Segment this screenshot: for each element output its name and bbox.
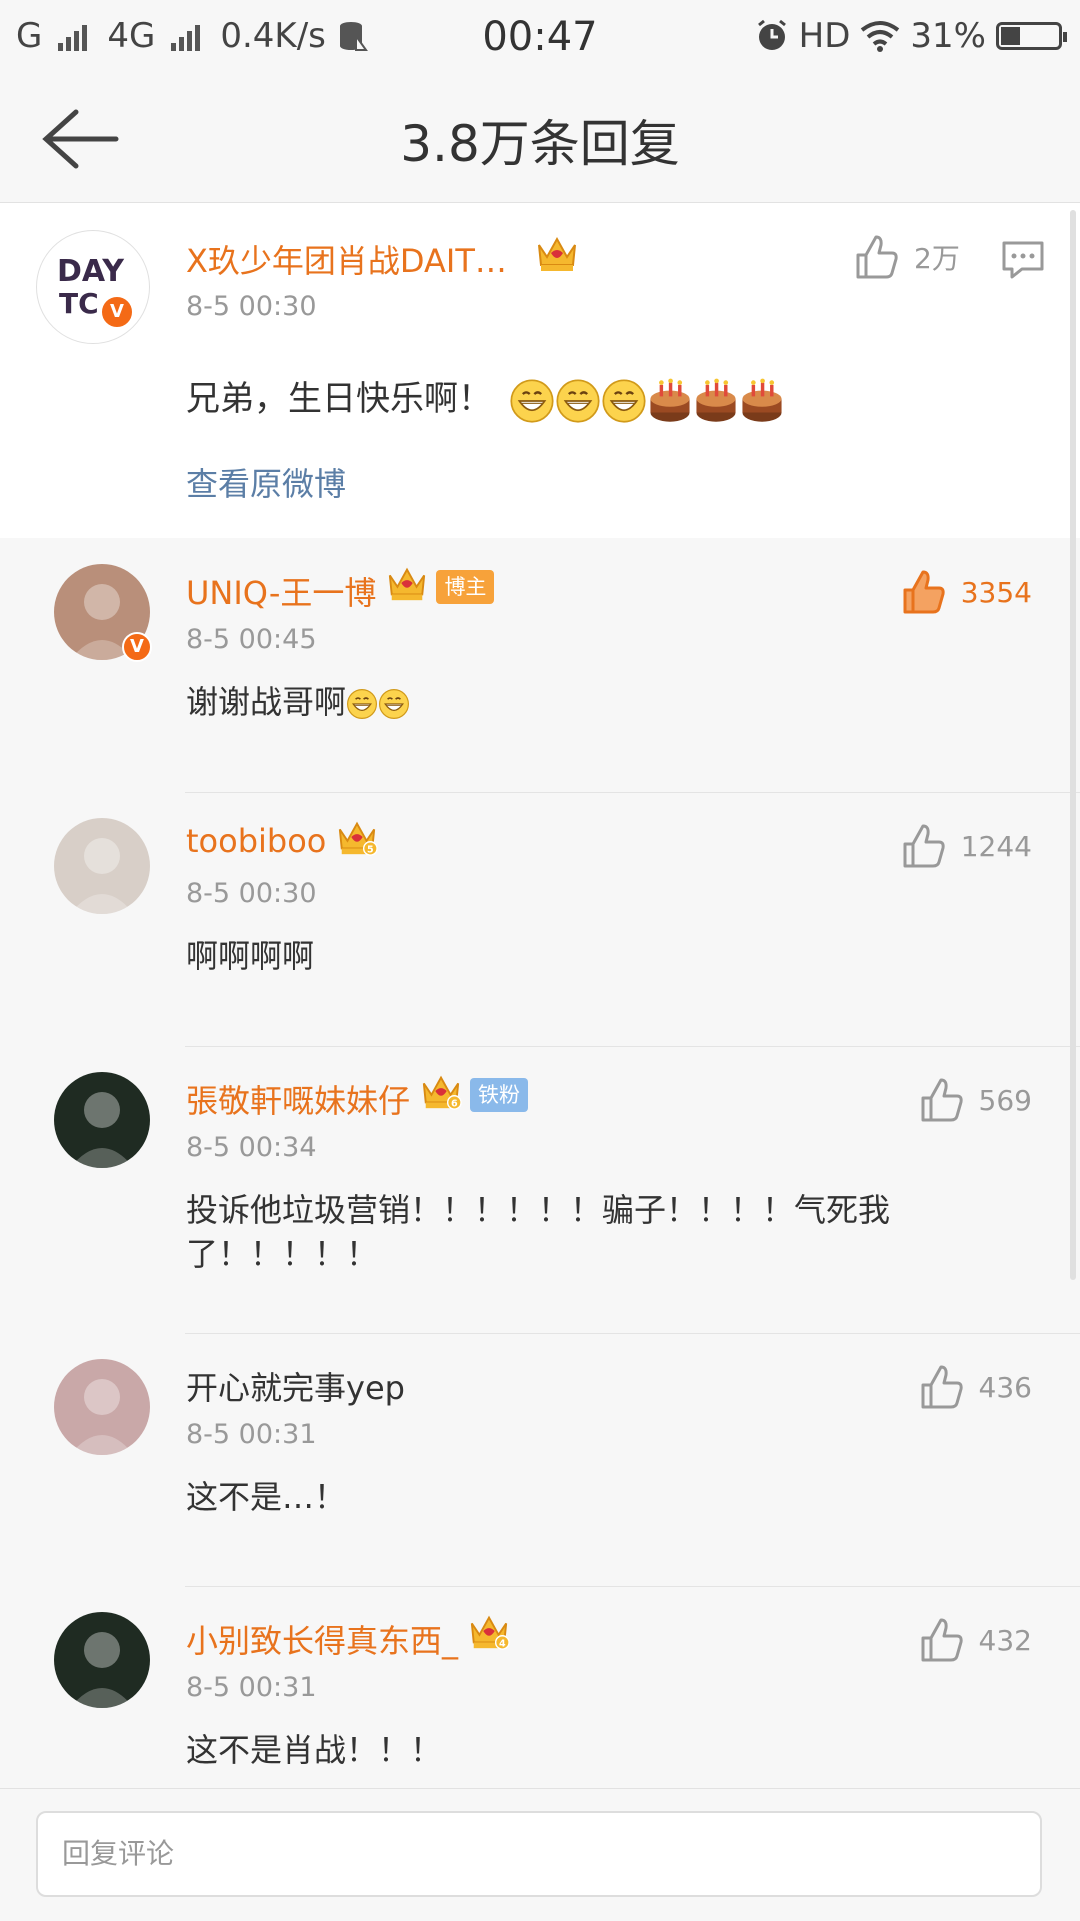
like-count: 1244 <box>960 829 1032 863</box>
grin-emoji-icon <box>379 689 410 719</box>
like-count: 436 <box>978 1370 1032 1404</box>
comment-item[interactable]: toobiboo 8-5 00:30 啊啊啊啊 1244 5 <box>0 794 1080 1047</box>
username[interactable]: 开心就完事yep <box>186 1363 405 1409</box>
like-count: 569 <box>978 1083 1032 1117</box>
comment-time: 8-5 00:31 <box>186 1419 317 1450</box>
like-button[interactable]: 3354 <box>899 568 1032 616</box>
cake-emoji-icon <box>650 378 690 422</box>
username[interactable]: X玖少年团肖战DAIT… <box>186 236 507 282</box>
like-count: 2万 <box>914 242 960 275</box>
avatar-image <box>70 1632 134 1708</box>
root-comment: DAY TC V X玖少年团肖战DAIT… 8-5 00:30 2万 兄弟，生日快… <box>0 203 1080 538</box>
grin-emoji-icon <box>510 378 554 423</box>
thumb-up-icon <box>856 235 898 279</box>
status-bar: G 4G 0.4K/s 00:47 HD 31% <box>0 0 1080 76</box>
username[interactable]: 小别致长得真东西_ <box>186 1616 458 1662</box>
view-original-link[interactable]: 查看原微博 <box>186 459 346 505</box>
emoji-row <box>509 378 785 423</box>
wifi-icon <box>861 21 900 52</box>
verified-badge: V <box>100 295 134 329</box>
svg-text:6: 6 <box>451 1098 458 1109</box>
comment-text: 这不是…！ <box>186 1478 347 1516</box>
status-right: HD 31% <box>755 16 1067 56</box>
avatar[interactable] <box>54 1612 150 1708</box>
crown-icon <box>538 236 576 271</box>
comment-text: 谢谢战哥啊 <box>186 680 410 724</box>
comment-text: 啊啊啊啊 <box>186 937 315 975</box>
divider <box>185 1586 1080 1587</box>
username[interactable]: toobiboo <box>186 822 326 860</box>
thumb-up-icon <box>921 1078 963 1122</box>
comment-text: 这不是肖战！！！ <box>186 1731 443 1769</box>
like-count: 432 <box>978 1623 1032 1657</box>
like-button[interactable]: 436 <box>917 1363 1032 1411</box>
comment-time: 8-5 00:31 <box>186 1672 317 1703</box>
battery-fill <box>1001 27 1020 45</box>
username[interactable]: UNIQ-王一博 <box>186 568 376 614</box>
thumb-up-icon <box>921 1365 963 1409</box>
avatar-logo: DAYTC <box>57 254 125 320</box>
comment-time: 8-5 00:34 <box>186 1132 317 1163</box>
comment-icon[interactable] <box>1000 237 1046 283</box>
like-button[interactable]: 1244 <box>899 822 1032 870</box>
avatar[interactable] <box>54 818 150 914</box>
user-tag: 博主 <box>436 570 495 604</box>
nav-bar: 3.8万条回复 <box>0 76 1080 203</box>
page-title: 3.8万条回复 <box>400 115 680 173</box>
grin-emoji-icon <box>556 378 600 423</box>
battery-icon <box>996 22 1067 50</box>
comment-item[interactable]: V UNIQ-王一博 8-5 00:45 谢谢战哥啊 3354 博主 <box>0 540 1080 793</box>
svg-text:5: 5 <box>367 844 374 855</box>
crown-icon: 5 <box>339 821 379 856</box>
comment-item[interactable]: 小别致长得真东西_ 8-5 00:31 这不是肖战！！！ 432 4 <box>0 1588 1080 1788</box>
alarm-icon <box>757 19 786 50</box>
thumb-up-icon <box>903 570 945 614</box>
cake-emoji-icon <box>742 378 782 422</box>
divider <box>185 1333 1080 1334</box>
like-button[interactable]: 569 <box>917 1076 1032 1124</box>
comment-time: 8-5 00:30 <box>186 878 317 909</box>
cake-emoji-icon <box>696 378 736 422</box>
avatar[interactable]: DAY TC <box>36 230 150 344</box>
grin-emoji-icon <box>602 378 646 423</box>
hd-label: HD <box>798 16 851 56</box>
crown-icon <box>389 567 426 601</box>
avatar-image <box>70 838 134 914</box>
thumb-up-icon <box>903 824 945 868</box>
avatar-image <box>70 1092 134 1168</box>
comment-text-line2: 了！！！！！ <box>186 1235 379 1273</box>
crown-icon: 6 <box>422 1075 462 1110</box>
divider <box>185 1046 1080 1047</box>
svg-text:4: 4 <box>499 1638 506 1649</box>
avatar-image <box>70 1379 134 1455</box>
comment-text: 投诉他垃圾营销！！！！！！骗子！！！！气死我 <box>186 1191 891 1229</box>
comment-text-body: 兄弟，生日快乐啊！ <box>186 379 492 419</box>
verified-badge: V <box>122 632 152 662</box>
reply-bar: 回复评论 <box>0 1788 1080 1921</box>
comment-item[interactable]: 开心就完事yep 8-5 00:31 这不是…！ 436 <box>0 1335 1080 1587</box>
scrollbar[interactable] <box>1070 210 1076 1280</box>
reply-input[interactable]: 回复评论 <box>36 1811 1042 1897</box>
divider <box>185 792 1080 793</box>
comment-time: 8-5 00:30 <box>186 291 317 322</box>
like-button[interactable]: 432 <box>917 1616 1032 1664</box>
thumb-up-icon <box>921 1618 963 1662</box>
user-tag: 铁粉 <box>470 1078 529 1112</box>
avatar[interactable] <box>54 1359 150 1455</box>
comment-time: 8-5 00:45 <box>186 624 317 655</box>
battery-percent: 31% <box>910 16 986 56</box>
emoji-row <box>346 683 410 721</box>
svg-text:TC: TC <box>59 287 99 320</box>
username[interactable]: 張敬軒嘅妹妹仔 <box>186 1076 410 1122</box>
like-button[interactable]: 2万 <box>852 233 960 281</box>
like-count: 3354 <box>960 575 1032 609</box>
avatar[interactable] <box>54 1072 150 1168</box>
comment-item[interactable]: 張敬軒嘅妹妹仔 8-5 00:34 投诉他垃圾营销！！！！！！骗子！！！！气死我 了！… <box>0 1048 1080 1334</box>
crown-icon: 4 <box>470 1615 510 1650</box>
svg-text:DAY: DAY <box>57 254 125 289</box>
grin-emoji-icon <box>347 689 378 719</box>
comment-text: 兄弟，生日快乐啊！ <box>186 377 785 424</box>
